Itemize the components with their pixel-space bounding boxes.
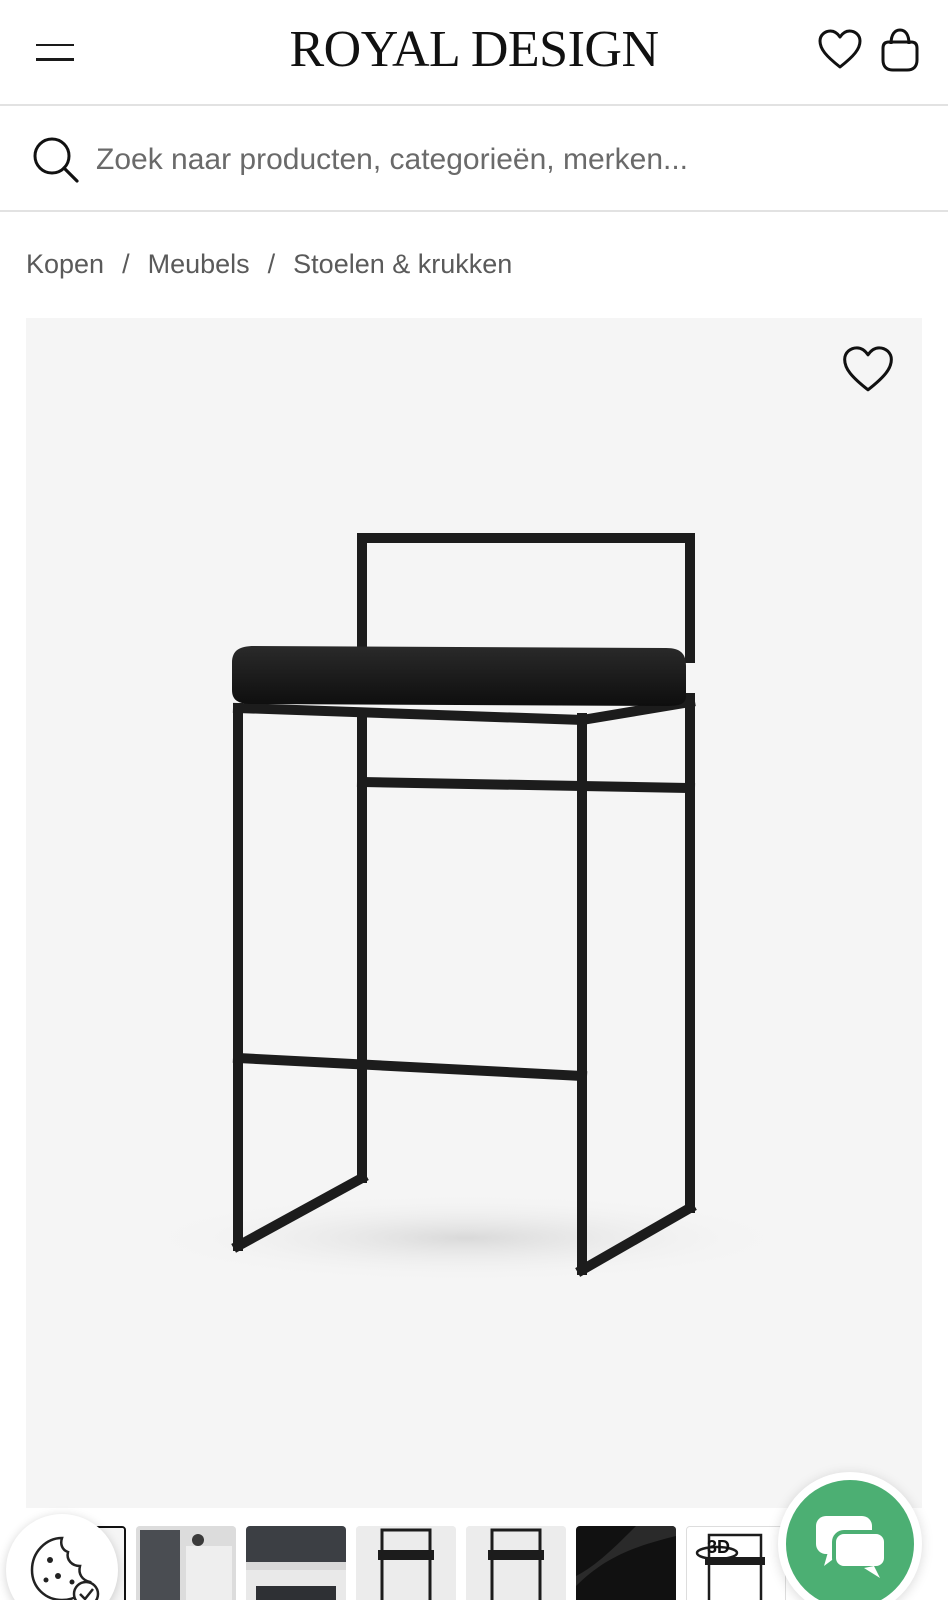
bar-stool-side-thumbnail[interactable] xyxy=(466,1526,566,1600)
breadcrumb-stoelen-krukken[interactable]: Stoelen & krukken xyxy=(293,249,512,280)
heart-icon[interactable] xyxy=(816,26,864,74)
breadcrumb-kopen[interactable]: Kopen xyxy=(26,249,104,280)
shopping-bag-icon[interactable] xyxy=(876,26,924,74)
search-input[interactable] xyxy=(96,132,916,188)
site-logo[interactable]: ROYAL DESIGN xyxy=(0,18,948,82)
breadcrumb: Kopen / Meubels / Stoelen & krukken xyxy=(26,244,512,284)
heart-outline-icon[interactable] xyxy=(840,342,896,398)
bar-stool-front-thumbnail[interactable] xyxy=(356,1526,456,1600)
3d-view-thumbnail[interactable]: 3D xyxy=(686,1526,786,1600)
breadcrumb-separator: / xyxy=(267,248,276,279)
dark-kitchen-thumbnail[interactable] xyxy=(246,1526,346,1600)
site-header: ROYAL DESIGN xyxy=(0,0,948,106)
black-leather-detail-thumbnail[interactable] xyxy=(576,1526,676,1600)
bar-stool-product-image xyxy=(136,533,796,1283)
cookie-settings-button[interactable] xyxy=(6,1514,118,1600)
hamburger-menu-icon[interactable] xyxy=(28,30,80,74)
search-bar[interactable] xyxy=(0,108,948,212)
chat-button[interactable] xyxy=(778,1472,922,1600)
search-icon xyxy=(30,134,82,186)
product-image-gallery[interactable] xyxy=(26,318,922,1508)
kitchen-scene-thumbnail[interactable] xyxy=(136,1526,236,1600)
breadcrumb-separator: / xyxy=(122,248,130,279)
cookie-settings-icon xyxy=(30,1536,100,1600)
breadcrumb-meubels[interactable]: Meubels xyxy=(148,249,250,280)
chat-bubbles-icon xyxy=(816,1516,888,1578)
3d-label: 3D xyxy=(707,1537,730,1557)
